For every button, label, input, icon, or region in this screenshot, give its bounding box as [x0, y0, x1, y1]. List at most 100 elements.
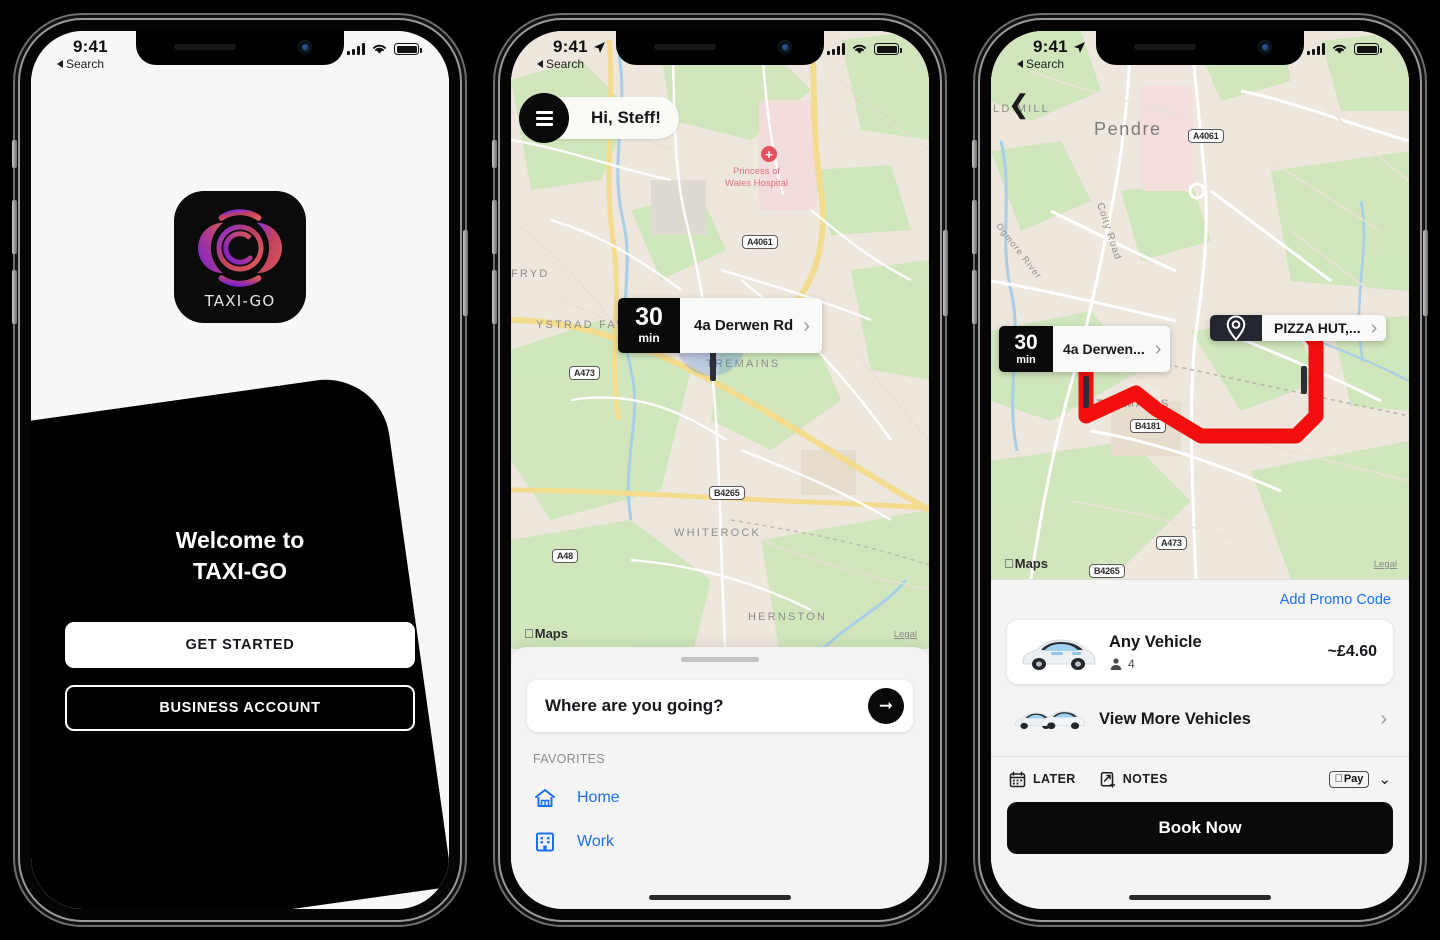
two-cars-icon — [1015, 711, 1085, 730]
app-icon[interactable]: TAXI-GO — [174, 191, 306, 323]
destination-search-bar[interactable]: Where are you going? ➞ — [527, 680, 913, 732]
front-camera — [298, 40, 312, 54]
power-button[interactable] — [463, 230, 468, 316]
hospital-marker-icon: + — [761, 146, 777, 162]
phone-1-screen: TAXI-GO Welcome to TAXI-GO GET STARTED B… — [31, 31, 449, 909]
eta-card-stem — [710, 351, 716, 381]
destination-card[interactable]: PIZZA HUT,... › — [1210, 315, 1387, 341]
note-plus-icon — [1100, 771, 1115, 788]
apple-pay-icon: Pay — [1328, 770, 1370, 788]
earpiece-speaker — [654, 44, 716, 50]
home-icon — [535, 789, 555, 807]
destination-card-stem — [1301, 366, 1307, 394]
phone-1-welcome: TAXI-GO Welcome to TAXI-GO GET STARTED B… — [12, 20, 468, 920]
front-camera — [778, 40, 792, 54]
welcome-line-2: TAXI-GO — [192, 557, 288, 584]
power-button[interactable] — [943, 230, 948, 316]
eta-badge: 30 min — [618, 298, 680, 353]
hamburger-menu-icon[interactable] — [519, 93, 569, 143]
map-label-pendre: Pendre — [1094, 119, 1162, 139]
volume-down-button[interactable] — [972, 270, 977, 324]
view-more-label: View More Vehicles — [1099, 709, 1251, 728]
welcome-line-1: Welcome to — [175, 527, 305, 553]
get-started-button[interactable]: GET STARTED — [65, 622, 415, 669]
volume-down-button[interactable] — [12, 270, 17, 324]
notes-option[interactable]: NOTES — [1099, 771, 1168, 788]
chevron-left-icon[interactable]: ❮ — [1008, 91, 1030, 117]
map-legal-link[interactable]: Legal — [1374, 559, 1397, 570]
sheet-drag-handle[interactable] — [681, 657, 759, 662]
road-shield-a473: A473 — [569, 366, 600, 380]
pickup-eta-card[interactable]: 30 min 4a Derwen Rd › — [618, 298, 822, 353]
business-account-button[interactable]: BUSINESS ACCOUNT — [65, 685, 415, 732]
map-legal-link[interactable]: Legal — [894, 629, 917, 640]
home-indicator[interactable] — [649, 895, 791, 900]
vehicle-seat-count: 4 — [1128, 657, 1135, 671]
volume-up-button[interactable] — [492, 200, 497, 254]
pickup-eta-unit: min — [1016, 354, 1036, 366]
chevron-right-icon: › — [1154, 338, 1162, 360]
favorite-item-work[interactable]: Work — [533, 830, 929, 854]
sedan-car-icon — [1022, 639, 1096, 670]
booking-options-row: LATER NOTES Pay — [991, 757, 1409, 788]
screenshot-stage: TAXI-GO Welcome to TAXI-GO GET STARTED B… — [0, 0, 1440, 940]
vehicle-option-card[interactable]: Any Vehicle 4 ~£4.60 — [1007, 620, 1393, 684]
apple-logo-icon:  — [524, 626, 534, 641]
home-indicator[interactable] — [1129, 895, 1271, 900]
destination-body[interactable]: PIZZA HUT,... › — [1262, 315, 1387, 341]
vehicle-capacity: 4 — [1109, 657, 1328, 671]
phone-2-home-map: + Princess of Wales Hospital MILL FRYD Y… — [492, 20, 948, 920]
map-label-tremains: TREMAINS — [1096, 398, 1171, 410]
route-map-view[interactable]: LD MILL Pendre Coity Road Ogmore River T… — [991, 31, 1409, 579]
pickup-eta-badge: 30 min — [999, 326, 1053, 372]
volume-down-button[interactable] — [492, 270, 497, 324]
view-more-vehicles-row[interactable]: View More Vehicles › — [1007, 698, 1393, 740]
favorite-item-home[interactable]: Home — [533, 786, 929, 810]
later-option[interactable]: LATER — [1009, 770, 1076, 788]
payment-method-selector[interactable]: Pay ⌄ — [1328, 770, 1391, 788]
volume-up-button[interactable] — [972, 200, 977, 254]
road-shield-a48: A48 — [552, 549, 578, 563]
road-shield-b4265: B4265 — [1089, 564, 1125, 578]
favorite-label: Work — [577, 833, 615, 850]
apple-maps-credit:  Maps — [524, 626, 568, 641]
eta-unit: min — [638, 331, 660, 345]
eta-value: 30 — [635, 303, 663, 331]
favorites-header: FAVORITES — [533, 752, 605, 766]
eta-address-body[interactable]: 4a Derwen Rd › — [680, 298, 822, 353]
phone-2-screen: + Princess of Wales Hospital MILL FRYD Y… — [511, 31, 929, 909]
pickup-card[interactable]: 30 min 4a Derwen... › — [999, 326, 1171, 372]
earpiece-speaker — [1134, 44, 1196, 50]
silent-switch[interactable] — [492, 140, 497, 168]
road-shield-a4061: A4061 — [1188, 129, 1224, 143]
app-icon-label: TAXI-GO — [204, 292, 276, 310]
road-shield-b4265: B4265 — [709, 486, 745, 500]
chevron-right-icon: › — [1370, 317, 1378, 339]
vehicle-price: ~£4.60 — [1327, 643, 1377, 660]
pickup-address: 4a Derwen... — [1063, 341, 1145, 357]
device-notch — [616, 31, 824, 65]
map-label-hernston: HERNSTON — [748, 611, 828, 623]
silent-switch[interactable] — [972, 140, 977, 168]
road-shield-b4181: B4181 — [1130, 419, 1166, 433]
road-shield-a4061: A4061 — [742, 235, 778, 249]
greeting-header: Hi, Steff! — [519, 93, 679, 143]
pickup-address-body[interactable]: 4a Derwen... › — [1053, 326, 1171, 372]
welcome-heading: Welcome to TAXI-GO — [176, 525, 305, 586]
book-now-button[interactable]: Book Now — [1007, 802, 1393, 854]
search-input[interactable]: Where are you going? — [545, 696, 724, 716]
road-shield-a473: A473 — [1156, 536, 1187, 550]
apple-logo-glyph:  — [1335, 773, 1343, 785]
booking-panel: Add Promo Code Any Vehicle 4 ~£4.60 View… — [991, 579, 1409, 909]
person-icon — [1110, 658, 1122, 670]
silent-switch[interactable] — [12, 140, 17, 168]
power-button[interactable] — [1423, 230, 1428, 316]
volume-up-button[interactable] — [12, 200, 17, 254]
add-promo-code-link[interactable]: Add Promo Code — [1009, 592, 1391, 608]
phone-3-screen: LD MILL Pendre Coity Road Ogmore River T… — [991, 31, 1409, 909]
later-label: LATER — [1033, 772, 1076, 786]
work-building-icon — [536, 832, 554, 852]
front-camera — [1258, 40, 1272, 54]
chevron-down-icon: ⌄ — [1378, 771, 1391, 788]
arrow-right-icon[interactable]: ➞ — [868, 688, 904, 724]
